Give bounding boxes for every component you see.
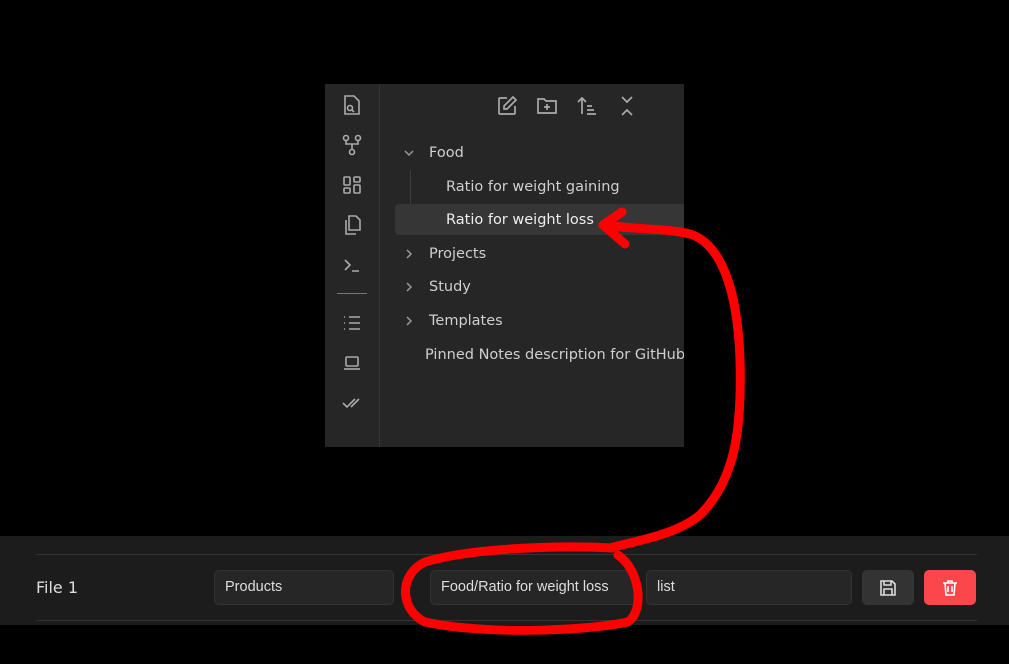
ribbon-divider bbox=[337, 293, 367, 294]
type-input[interactable]: list bbox=[646, 570, 852, 605]
new-note-icon[interactable] bbox=[495, 94, 519, 118]
tree-file[interactable]: Ratio for weight gaining bbox=[446, 171, 620, 202]
divider bbox=[36, 620, 977, 621]
tree-item-label: Ratio for weight loss bbox=[446, 211, 594, 228]
file-explorer-panel: Food Ratio for weight gaining Ratio for … bbox=[325, 84, 684, 447]
setting-label: File 1 bbox=[36, 578, 79, 597]
chevron-right-icon bbox=[399, 248, 419, 260]
delete-button[interactable] bbox=[924, 570, 976, 605]
save-button[interactable] bbox=[862, 570, 914, 605]
double-check-icon[interactable] bbox=[340, 391, 364, 415]
tree-item-label: Templates bbox=[429, 312, 503, 329]
tree-item-label: Pinned Notes description for GitHub bbox=[425, 346, 684, 363]
graph-icon[interactable] bbox=[340, 133, 364, 157]
divider bbox=[36, 554, 977, 555]
chevron-right-icon bbox=[399, 315, 419, 327]
collapse-all-icon[interactable] bbox=[615, 94, 639, 118]
chevron-right-icon bbox=[399, 281, 419, 293]
trash-icon bbox=[940, 578, 960, 598]
tree-file[interactable]: Pinned Notes description for GitHub bbox=[425, 339, 684, 370]
tree-folder-food[interactable]: Food bbox=[399, 137, 464, 168]
settings-row-container: File 1 Products Food/Ratio for weight lo… bbox=[0, 536, 1009, 625]
ribbon bbox=[325, 84, 380, 447]
tree-file-selected[interactable]: Ratio for weight loss bbox=[395, 204, 684, 235]
tree-item-label: Ratio for weight gaining bbox=[446, 178, 620, 195]
laptop-icon[interactable] bbox=[340, 351, 364, 375]
tree-item-label: Projects bbox=[429, 245, 487, 262]
copy-files-icon[interactable] bbox=[340, 213, 364, 237]
new-folder-icon[interactable] bbox=[535, 94, 559, 118]
tree-item-label: Study bbox=[429, 278, 471, 295]
path-input[interactable]: Food/Ratio for weight loss bbox=[430, 570, 636, 605]
sort-icon[interactable] bbox=[575, 94, 599, 118]
tree-folder-templates[interactable]: Templates bbox=[399, 305, 503, 336]
tree-item-label: Food bbox=[429, 144, 464, 161]
terminal-icon[interactable] bbox=[340, 253, 364, 277]
list-icon[interactable] bbox=[340, 311, 364, 335]
tree-folder-projects[interactable]: Projects bbox=[399, 238, 486, 269]
tree-folder-study[interactable]: Study bbox=[399, 271, 471, 302]
save-icon bbox=[878, 578, 898, 598]
search-file-icon[interactable] bbox=[340, 93, 364, 117]
name-input[interactable]: Products bbox=[214, 570, 394, 605]
chevron-down-icon bbox=[399, 147, 419, 159]
dashboard-icon[interactable] bbox=[340, 173, 364, 197]
